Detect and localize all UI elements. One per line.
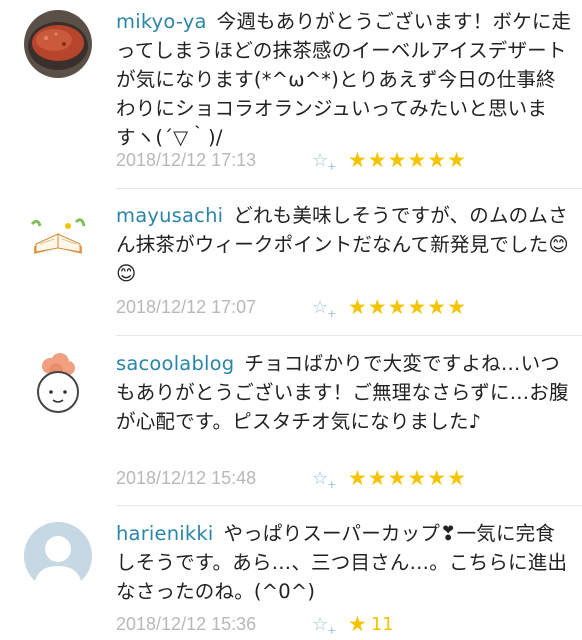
comment-body: mayusachi どれも美味しそうですが、のムのムさん抹茶がウィークポイントだな… [116,201,572,288]
username-link[interactable]: harienikki [116,522,214,545]
comment-body: mikyo-ya 今週もありがとうございます！ボケに走ってしまうほどの抹茶感のイー… [116,7,572,152]
username-link[interactable]: sacoolablog [116,352,234,375]
username-link[interactable]: mayusachi [116,204,223,227]
add-star-icon[interactable]: ☆+ [312,150,348,173]
comment-meta: 2018/12/12 15:48 ☆+ ★★★★★★ [116,465,470,491]
add-star-icon[interactable]: ☆+ [312,614,348,637]
username-link[interactable]: mikyo-ya [116,10,207,33]
star-count: 11 [370,613,394,635]
divider [116,335,582,336]
avatar-mayusachi[interactable] [24,204,92,272]
star-rating[interactable]: ★★★★★★ [348,466,467,490]
add-star-icon[interactable]: ☆+ [312,468,348,491]
divider [116,188,582,189]
avatar-sacoolablog[interactable] [24,350,92,418]
comment-meta: 2018/12/12 17:07 ☆+ ★★★★★★ [116,294,470,320]
comment-body: sacoolablog チョコばかりで大変ですよね…いつもありがとうございます！ご… [116,349,572,436]
star-rating[interactable]: ★ [348,612,368,636]
timestamp[interactable]: 2018/12/12 17:13 [116,150,312,171]
star-rating[interactable]: ★★★★★★ [348,148,467,172]
timestamp[interactable]: 2018/12/12 15:48 [116,468,312,489]
star-rating[interactable]: ★★★★★★ [348,295,467,319]
comment-meta: 2018/12/12 17:13 ☆+ ★★★★★★ [116,147,470,173]
timestamp[interactable]: 2018/12/12 17:07 [116,297,312,318]
divider [116,505,582,506]
comment-meta: 2018/12/12 15:36 ☆+ ★ 11 [116,611,394,637]
avatar-mikyo-ya[interactable] [24,10,92,78]
comment-body: harienikki やっぱりスーパーカップ❣一気に完食しそうです。あら…、三つ目… [116,519,572,606]
avatar-harienikki[interactable] [24,522,92,590]
timestamp[interactable]: 2018/12/12 15:36 [116,614,312,635]
add-star-icon[interactable]: ☆+ [312,297,348,320]
